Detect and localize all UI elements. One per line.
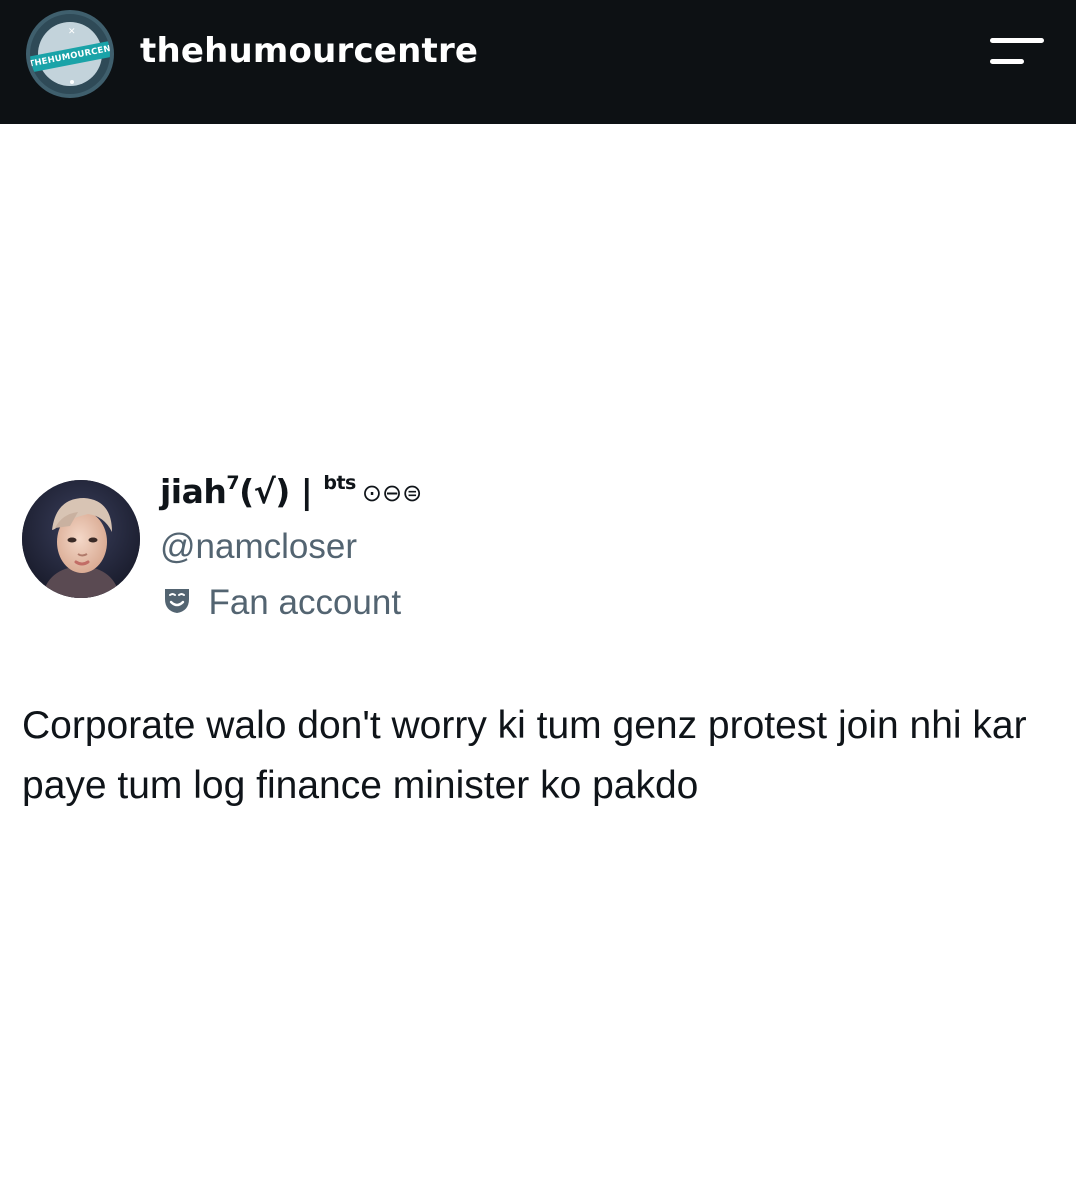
humour-centre-logo-icon[interactable]: ✕ THEHUMOURCENTRE xyxy=(26,10,114,98)
avatar-portrait-image xyxy=(22,480,140,598)
user-handle[interactable]: @namcloser xyxy=(160,525,357,569)
account-name[interactable]: thehumourcentre xyxy=(140,28,478,74)
tweet-body-text: Corporate walo don't worry ki tum genz p… xyxy=(22,704,1027,807)
theater-mask-icon xyxy=(165,589,189,613)
logo-star-icon xyxy=(70,80,74,84)
display-name: jiah7(√) | bts xyxy=(160,472,356,511)
display-name-emojis: ⊙⊖⊜ xyxy=(361,479,423,507)
hamburger-menu-icon[interactable] xyxy=(986,34,1046,74)
display-name-row[interactable]: jiah7(√) | bts ⊙⊖⊜ xyxy=(160,472,422,522)
fan-account-label: Fan account xyxy=(208,583,402,622)
top-header-bar: ✕ THEHUMOURCENTRE thehumourcentre xyxy=(0,0,1076,124)
logo-sparkle-icon: ✕ xyxy=(68,26,76,36)
menu-bar-bottom xyxy=(990,59,1024,64)
fan-account-badge: Fan account xyxy=(162,581,401,625)
profile-avatar[interactable] xyxy=(22,480,140,598)
menu-bar-top xyxy=(990,38,1044,43)
